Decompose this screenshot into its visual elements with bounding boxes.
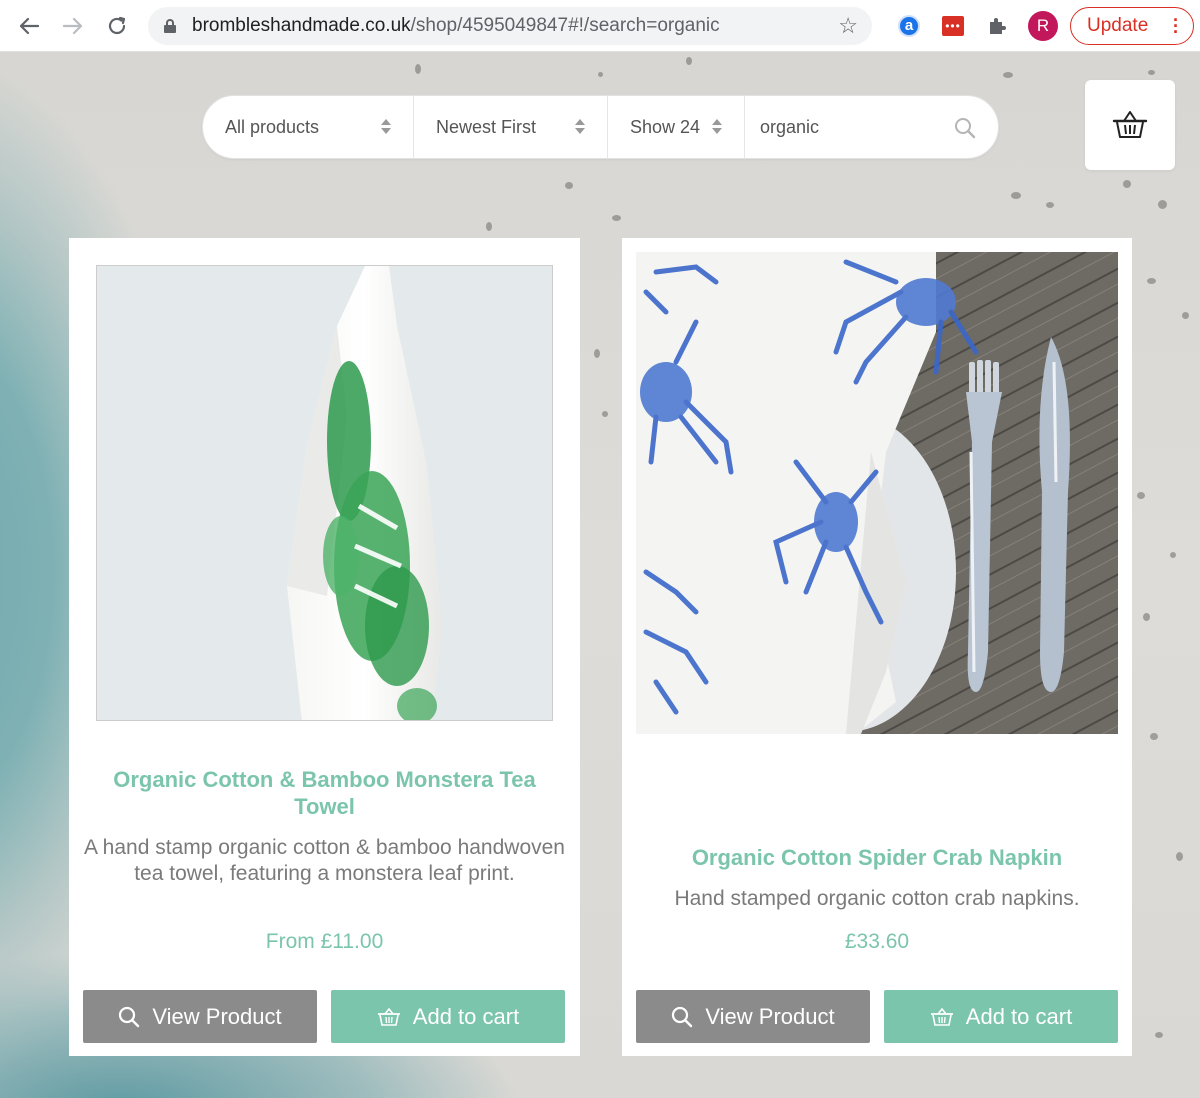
reload-icon[interactable] — [100, 9, 134, 43]
back-arrow-icon[interactable] — [12, 9, 46, 43]
product-title[interactable]: Organic Cotton & Bamboo Monstera Tea Tow… — [69, 766, 580, 820]
product-image-spider-crab-napkin[interactable] — [636, 252, 1118, 734]
view-product-label: View Product — [705, 1003, 835, 1029]
product-description: A hand stamp organic cotton & bamboo han… — [84, 836, 565, 885]
product-description: Hand stamped organic cotton crab napkins… — [674, 887, 1080, 910]
sort-select-value: Newest First — [436, 116, 537, 137]
select-arrows-icon — [575, 119, 585, 135]
product-price: From £11.00 — [265, 930, 384, 953]
extension-dots-icon[interactable]: ••• — [938, 11, 968, 41]
sort-select[interactable]: Newest First — [414, 95, 608, 159]
select-arrows-icon — [712, 119, 722, 135]
profile-avatar[interactable]: R — [1028, 10, 1058, 41]
shop-filter-bar: All products Newest First Show 24 — [202, 95, 999, 159]
add-to-cart-label: Add to cart — [965, 1003, 1073, 1029]
product-title[interactable]: Organic Cotton Spider Crab Napkin — [622, 844, 1132, 871]
basket-button[interactable] — [1085, 80, 1175, 170]
extension-a-icon[interactable]: a — [894, 11, 924, 41]
view-product-button[interactable]: View Product — [636, 990, 870, 1043]
update-button[interactable]: Update · · · — [1070, 6, 1194, 45]
lock-icon[interactable] — [164, 18, 176, 33]
kebab-menu-icon[interactable]: · · · — [1173, 11, 1179, 41]
search-icon[interactable] — [954, 117, 976, 139]
url-text[interactable]: brombleshandmade.co.uk/shop/4595049847#!… — [192, 15, 838, 37]
search-icon — [671, 1006, 693, 1028]
address-bar[interactable]: brombleshandmade.co.uk/shop/4595049847#!… — [148, 6, 872, 45]
view-product-label: View Product — [152, 1003, 282, 1029]
bookmark-star-icon[interactable]: ☆ — [838, 13, 858, 39]
product-price: £33.60 — [844, 930, 910, 953]
basket-icon — [1112, 111, 1148, 138]
product-card: Organic Cotton Spider Crab Napkin Hand s… — [622, 238, 1132, 1056]
browser-toolbar: brombleshandmade.co.uk/shop/4595049847#!… — [0, 0, 1200, 52]
add-to-cart-label: Add to cart — [412, 1003, 520, 1029]
extensions-puzzle-icon[interactable] — [982, 11, 1012, 41]
view-product-button[interactable]: View Product — [83, 990, 317, 1043]
shop-page: All products Newest First Show 24 organi… — [0, 52, 1200, 1098]
url-domain: brombleshandmade.co.uk — [192, 14, 411, 36]
category-select[interactable]: All products — [203, 95, 414, 159]
basket-icon — [930, 1007, 954, 1027]
search-input[interactable] — [760, 116, 940, 138]
show-count-value: Show 24 — [630, 116, 701, 137]
select-arrows-icon — [381, 119, 391, 135]
search-box — [745, 95, 998, 159]
category-select-value: All products — [225, 116, 320, 137]
forward-arrow-icon[interactable] — [56, 9, 90, 43]
url-path: /shop/4595049847#!/search=organic — [410, 14, 720, 36]
add-to-cart-button[interactable]: Add to cart — [884, 990, 1118, 1043]
basket-icon — [377, 1007, 401, 1027]
search-icon — [118, 1006, 140, 1028]
show-count-select[interactable]: Show 24 — [608, 95, 745, 159]
product-image-monstera-tea-towel[interactable] — [96, 265, 553, 721]
product-card: Organic Cotton & Bamboo Monstera Tea Tow… — [69, 238, 580, 1056]
add-to-cart-button[interactable]: Add to cart — [331, 990, 565, 1043]
